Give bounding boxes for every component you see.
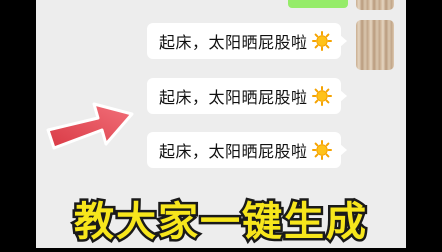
sun-emoji-icon (311, 86, 332, 106)
chat-message[interactable]: 起床，太阳晒屁股啦 (147, 78, 347, 114)
chat-message[interactable]: 起床，太阳晒屁股啦 (147, 23, 347, 59)
message-text: 起床，太阳晒屁股啦 (159, 142, 308, 161)
sent-bubble-partial[interactable] (288, 0, 348, 8)
sun-emoji-icon (311, 140, 332, 160)
caption-text-graphic: 教大家一键生成 (72, 197, 369, 248)
caption-text: 教大家一键生成 (74, 199, 368, 245)
message-text: 起床，太阳晒屁股啦 (159, 33, 308, 52)
caption-banner: 教大家一键生成 (0, 193, 442, 248)
chat-message[interactable]: 起床，太阳晒屁股啦 (147, 132, 347, 168)
avatar[interactable] (356, 20, 394, 70)
pointing-arrow-icon (46, 102, 134, 150)
sun-emoji-icon (311, 31, 332, 51)
message-text: 起床，太阳晒屁股啦 (159, 88, 308, 107)
avatar[interactable] (356, 0, 394, 10)
